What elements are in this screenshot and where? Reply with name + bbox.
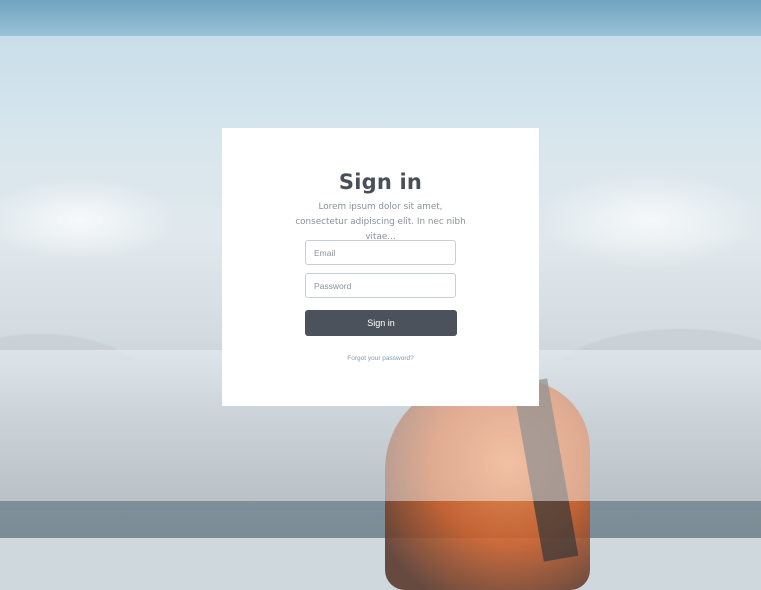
sign-in-title: Sign in xyxy=(338,170,423,194)
password-field[interactable] xyxy=(305,273,456,298)
sign-in-button[interactable]: Sign in xyxy=(305,310,457,336)
sign-in-card: Sign in Lorem ipsum dolor sit amet, cons… xyxy=(222,128,539,406)
sign-in-subtitle: Lorem ipsum dolor sit amet, consectetur … xyxy=(295,202,466,242)
email-field[interactable] xyxy=(305,240,456,265)
forgot-password-link[interactable]: Forgot your password? xyxy=(222,355,539,362)
